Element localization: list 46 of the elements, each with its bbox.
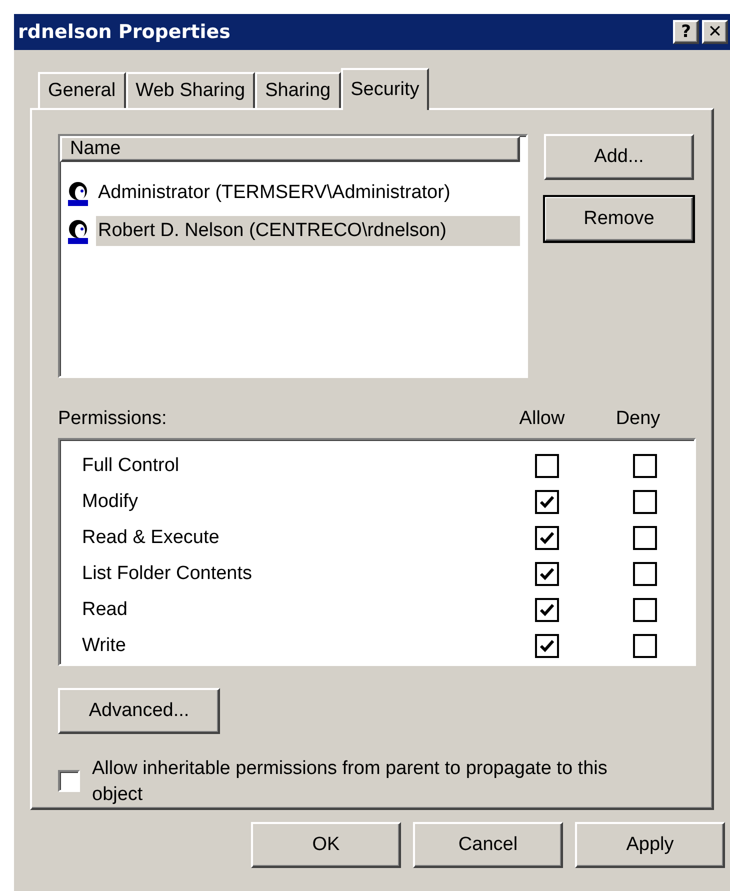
dialog-button[interactable]: Cancel [413,822,563,868]
checkbox[interactable] [633,598,658,622]
permission-name: List Folder Contents [82,563,254,585]
column-header: Deny [614,408,662,430]
tab[interactable]: Security [340,68,430,110]
tab[interactable]: Sharing [255,72,341,108]
checkbox[interactable] [633,454,658,478]
dialog-button[interactable]: OK [251,822,401,868]
check-icon [539,638,556,654]
window-title: rdnelson Properties [18,21,232,43]
add-button[interactable]: Add... [544,134,694,180]
check-icon [539,566,556,582]
permission-name: Write [82,635,127,657]
permission-name: Full Control [82,455,180,477]
close-button[interactable]: ✕ [702,20,728,44]
permission-name: Read & Execute [82,527,220,549]
checkbox[interactable] [58,770,80,792]
check-icon [539,602,556,618]
tab[interactable]: General [38,72,126,108]
checkbox[interactable] [535,562,560,586]
check-icon [539,530,556,546]
checkbox-label: Allow inheritable permissions from parent to propagate to this object [92,757,608,807]
advanced-button[interactable]: Advanced... [58,688,220,734]
remove-button[interactable]: Remove [544,196,694,242]
user-icon [66,180,90,206]
permission-name: Read [82,599,128,621]
checkbox[interactable] [535,454,560,478]
user-icon [66,218,90,244]
checkbox[interactable] [633,562,658,586]
user-item[interactable]: Administrator (TERMSERV\Administrator) [96,178,452,208]
checkbox[interactable] [535,526,560,550]
checkbox[interactable] [633,634,658,658]
checkbox[interactable] [535,598,560,622]
permissions-label: Permissions: [58,408,168,430]
user-item[interactable]: Robert D. Nelson (CENTRECO\rdnelson) [96,216,520,246]
permission-name: Modify [82,491,139,513]
dialog-button[interactable]: Apply [575,822,725,868]
check-icon [539,494,556,510]
help-button[interactable]: ? [673,20,699,44]
checkbox[interactable] [633,490,658,514]
column-header[interactable]: Name [60,136,520,162]
tab[interactable]: Web Sharing [126,72,256,108]
checkbox[interactable] [535,634,560,658]
column-header: Allow [518,408,566,430]
checkbox[interactable] [535,490,560,514]
checkbox[interactable] [633,526,658,550]
